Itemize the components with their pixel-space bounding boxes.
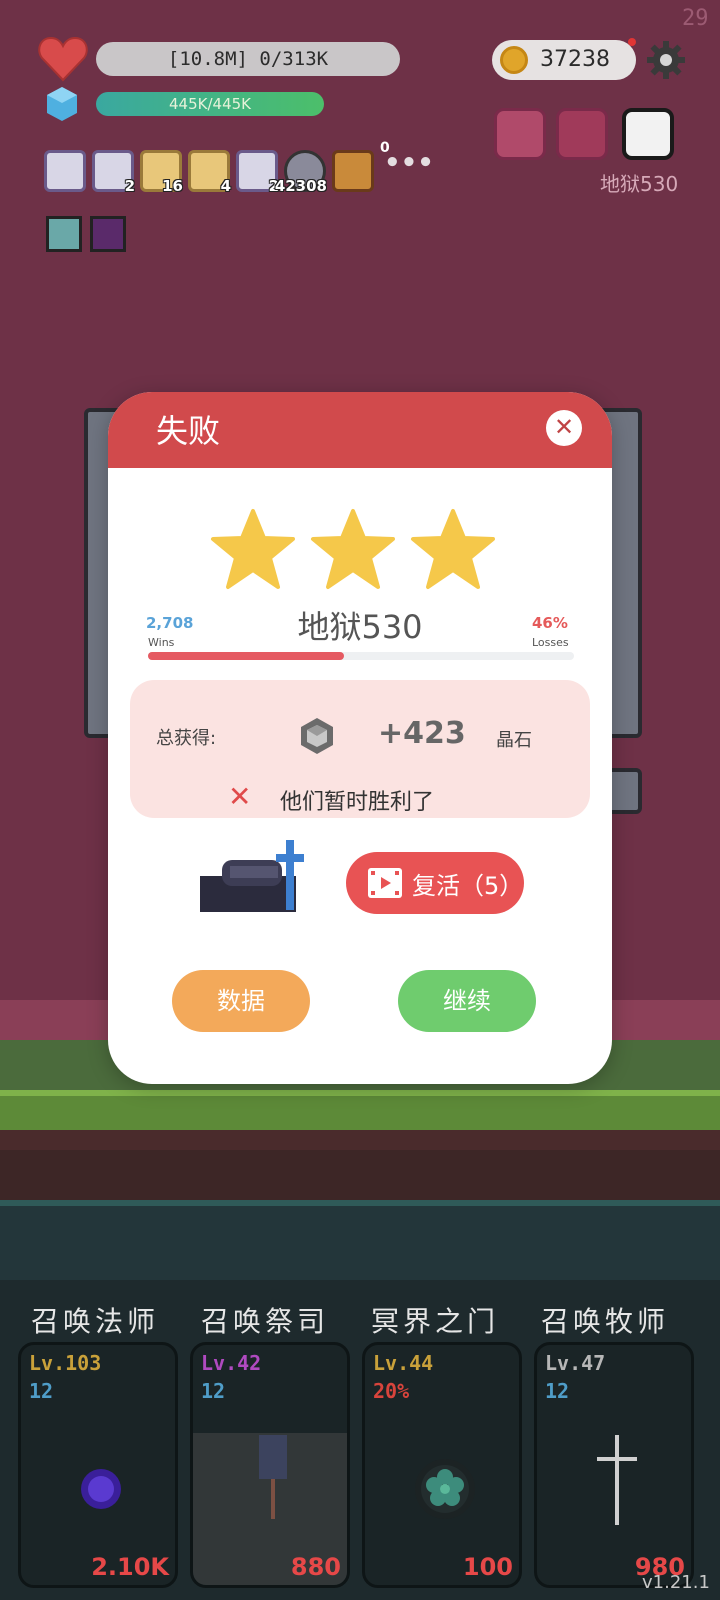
- boss-portrait-icon: [494, 108, 546, 160]
- defeat-message: 他们暂时胜利了: [280, 790, 435, 815]
- orb-icon[interactable]: 42308: [275, 150, 327, 195]
- coin-counter: 37238: [492, 40, 636, 80]
- losses-label: Losses: [532, 636, 569, 649]
- ghost-icon: [622, 108, 674, 160]
- continue-button[interactable]: 继续: [398, 970, 536, 1032]
- dialog-title: 失败: [156, 412, 221, 450]
- card-count: 12: [29, 1379, 54, 1403]
- demon-buff-icon: [90, 216, 126, 252]
- close-button[interactable]: ✕: [546, 410, 582, 446]
- gear-icon[interactable]: [646, 40, 686, 80]
- potion-card-icon[interactable]: [44, 150, 86, 192]
- card-count: 12: [201, 1379, 226, 1403]
- boss-axe-icon: [556, 108, 608, 160]
- treasure-map-icon[interactable]: 4: [188, 150, 231, 195]
- revive-label: 复活（5）: [412, 872, 524, 900]
- notification-dot: [628, 38, 636, 46]
- revive-button[interactable]: 复活（5）: [346, 852, 524, 914]
- scroll-icon[interactable]: 16: [140, 150, 183, 195]
- card-level: Lv.42: [201, 1351, 262, 1375]
- potion-card-icon[interactable]: 2: [92, 150, 135, 195]
- summon-card-underworld-gate[interactable]: Lv.44 20% 100: [362, 1342, 522, 1588]
- reward-unit: 晶石: [496, 730, 532, 751]
- hp-bar: [10.8M] 0/313K: [96, 42, 400, 76]
- dark-orb-icon: [81, 1469, 121, 1509]
- summon-card-mage[interactable]: Lv.103 12 2.10K: [18, 1342, 178, 1588]
- card-cost: 2.10K: [91, 1553, 169, 1581]
- stats-button[interactable]: 数据: [172, 970, 310, 1032]
- dirt-layer-deep: [0, 1150, 720, 1200]
- more-items-button[interactable]: •••: [384, 148, 434, 178]
- portal-flower-icon: [415, 1459, 475, 1519]
- reward-amount: +423: [378, 716, 466, 751]
- summon-card-priest[interactable]: Lv.42 12 880: [190, 1342, 350, 1588]
- coin-amount: 37238: [540, 47, 610, 72]
- wins-label: Wins: [148, 636, 175, 649]
- defeat-dialog: 失败 ✕ 2,708 Wins 地狱530 46% Losses 总获得: +4…: [108, 392, 612, 1084]
- potion-card-icon[interactable]: 2: [236, 150, 279, 195]
- version-label: v1.21.1: [642, 1572, 710, 1593]
- crystal-icon: [301, 718, 333, 754]
- reward-label: 总获得:: [156, 728, 217, 749]
- star-icon: [311, 509, 395, 589]
- video-ad-icon: [368, 868, 402, 898]
- stage-name: 地狱530: [297, 608, 423, 646]
- losses-value: 46%: [532, 614, 568, 632]
- heart-icon: [38, 36, 88, 82]
- card-level: Lv.103: [29, 1351, 102, 1375]
- card-cost: 100: [462, 1553, 513, 1581]
- defeat-x-icon: ✕: [228, 780, 252, 813]
- mana-bar: 445K/445K: [96, 92, 324, 116]
- card-count: 12: [545, 1379, 570, 1403]
- win-loss-bar: [148, 652, 574, 660]
- fallen-hero-icon: [200, 840, 304, 912]
- fps-counter: 29: [682, 6, 709, 31]
- reward-summary: 总获得: +423 晶石 ✕ 他们暂时胜利了: [130, 680, 590, 818]
- summon-name: 召唤法师: [30, 1305, 159, 1338]
- summon-name: 召唤祭司: [200, 1305, 329, 1338]
- summon-name: 召唤牧师: [540, 1305, 669, 1338]
- mana-gem-icon: [47, 87, 77, 121]
- coin-icon: [500, 46, 528, 74]
- win-loss-fill: [148, 652, 344, 660]
- water-strip: [0, 1200, 720, 1280]
- summon-card-pastor[interactable]: Lv.47 12 980: [534, 1342, 694, 1588]
- card-cost: 880: [290, 1553, 341, 1581]
- cross-icon: [597, 1435, 637, 1525]
- star-icon: [211, 509, 295, 589]
- card-level: Lv.44: [373, 1351, 434, 1375]
- lightbulb-buff-icon: [46, 216, 82, 252]
- star-icon: [411, 509, 495, 589]
- card-level: Lv.47: [545, 1351, 606, 1375]
- summon-name: 冥界之门: [370, 1305, 499, 1338]
- stage-label: 地狱530: [600, 172, 679, 196]
- grass-ground: [0, 1090, 720, 1130]
- spellbook-icon[interactable]: [332, 150, 374, 192]
- card-count: 20%: [373, 1379, 410, 1403]
- wins-value: 2,708: [146, 614, 194, 632]
